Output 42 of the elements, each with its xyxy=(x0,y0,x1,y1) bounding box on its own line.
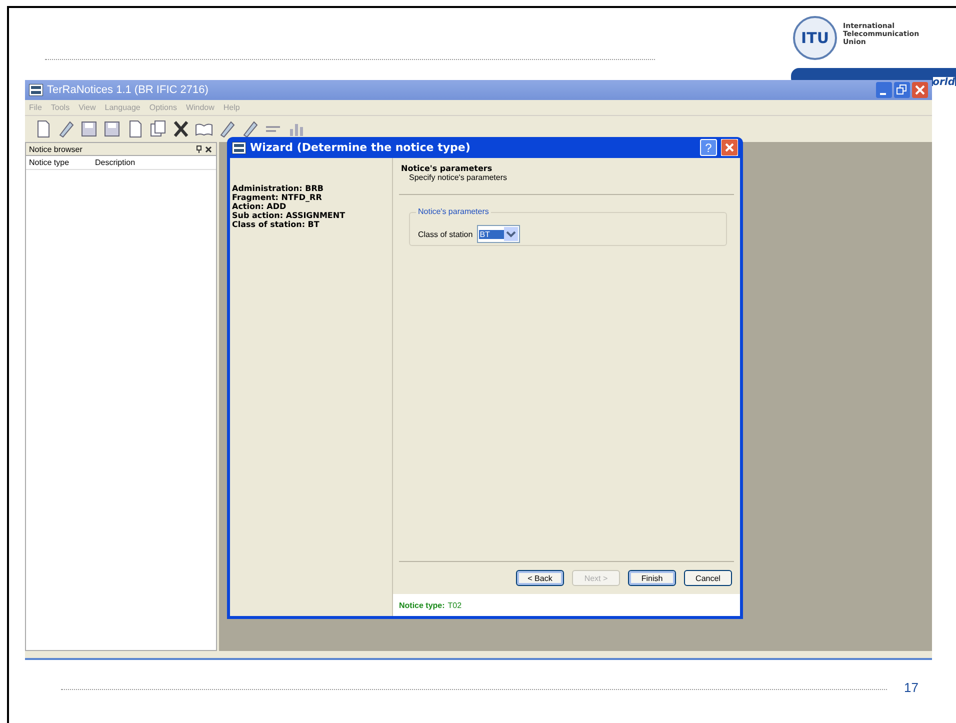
wizard-button[interactable]: Finish xyxy=(628,570,676,586)
pin-close-icon[interactable] xyxy=(195,144,213,154)
page-subtitle: Specify notice's parameters xyxy=(408,173,508,182)
menu-item[interactable]: Options xyxy=(149,103,177,112)
menu-item[interactable]: Language xyxy=(104,103,140,112)
save-icon[interactable] xyxy=(102,119,122,139)
help-button[interactable]: ? xyxy=(700,139,717,156)
column-header[interactable]: Notice type xyxy=(26,156,92,169)
page-number: 17 xyxy=(904,680,918,695)
panel-title: Notice browser xyxy=(29,144,82,154)
delete-icon[interactable] xyxy=(171,119,191,139)
dialog-title: Wizard (Determine the notice type) xyxy=(250,141,472,154)
slogan-text: orld xyxy=(932,77,955,88)
close-icon[interactable] xyxy=(721,139,738,156)
app-icon xyxy=(29,84,43,96)
menu-item[interactable]: View xyxy=(78,103,96,112)
class-dropdown[interactable]: BT xyxy=(476,225,520,243)
summary-line: Administration: BRB xyxy=(232,184,324,193)
summary-line: Action: ADD xyxy=(232,202,288,211)
wizard-button[interactable]: < Back xyxy=(516,570,564,586)
summary-line: Class of station: BT xyxy=(232,220,320,229)
page-heading: Notice's parameters xyxy=(401,164,494,173)
copy-icon[interactable] xyxy=(148,119,168,139)
summary-line: Fragment: NTFD_RR xyxy=(232,193,323,202)
globe-logo: ITU xyxy=(793,16,837,60)
wizard-button[interactable]: Cancel xyxy=(684,570,732,586)
minimize-icon[interactable] xyxy=(876,82,892,98)
restore-icon[interactable] xyxy=(894,82,910,98)
app-icon xyxy=(232,142,246,154)
close-icon[interactable] xyxy=(912,82,928,98)
column-header[interactable]: Description xyxy=(92,156,158,169)
group-legend: Notice's parameters xyxy=(416,207,491,216)
field-label: Class of station xyxy=(418,230,473,238)
save-icon[interactable] xyxy=(79,119,99,139)
summary-line: Sub action: ASSIGNMENT xyxy=(232,211,346,220)
app-title: TerRaNotices 1.1 (BR IFIC 2716) xyxy=(47,84,210,96)
chevron-down-icon[interactable] xyxy=(504,227,518,241)
menu-item[interactable]: Help xyxy=(223,103,240,112)
notice-type-status: Notice type: T02 xyxy=(393,594,740,616)
menu-item[interactable]: Tools xyxy=(50,103,70,112)
menu-item[interactable]: File xyxy=(29,103,42,112)
menu-item[interactable]: Window xyxy=(186,103,214,112)
